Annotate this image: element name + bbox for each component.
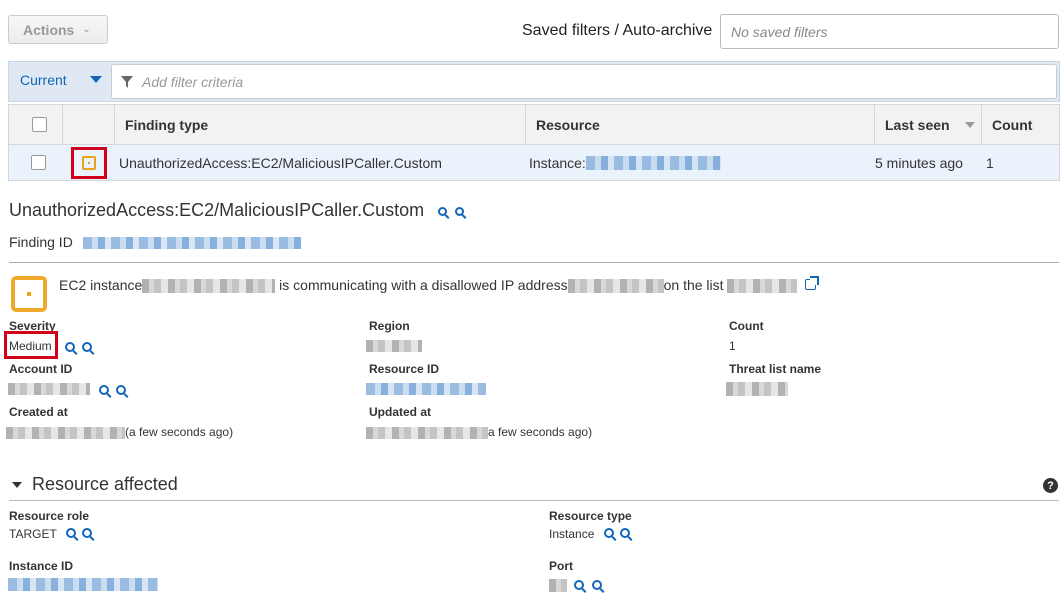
created-at-relative: (a few seconds ago): [125, 425, 234, 439]
column-resource[interactable]: Resource: [525, 105, 874, 144]
finding-title-text: UnauthorizedAccess:EC2/MaliciousIPCaller…: [9, 200, 425, 220]
actions-button[interactable]: Actions ⌄: [8, 15, 108, 44]
help-icon[interactable]: ?: [1043, 478, 1058, 493]
finding-summary: EC2 instance is communicating with a dis…: [59, 276, 820, 294]
count-value: 1: [729, 339, 736, 353]
filter-icon: [121, 76, 133, 88]
redacted-instance-id-link[interactable]: [8, 578, 158, 591]
zoom-in-icon[interactable]: [99, 385, 109, 395]
zoom-out-icon[interactable]: [82, 528, 93, 538]
findings-table-header: Finding type Resource Last seen Count: [8, 104, 1060, 145]
redacted-instance-id: [142, 279, 276, 294]
resource-affected-heading: Resource affected: [32, 474, 178, 494]
zoom-out-icon[interactable]: [82, 342, 93, 352]
saved-filters-label: Saved filters / Auto-archive: [522, 22, 713, 39]
severity-value: Medium: [9, 339, 52, 353]
redacted-region: [366, 340, 422, 352]
table-row[interactable]: UnauthorizedAccess:EC2/MaliciousIPCaller…: [8, 145, 1060, 181]
port-label: Port: [549, 559, 573, 573]
divider: [9, 262, 1059, 263]
last-seen-cell: 5 minutes ago: [875, 154, 963, 171]
severity-medium-icon: [82, 156, 96, 170]
zoom-in-icon[interactable]: [574, 580, 585, 590]
caret-down-icon: [90, 76, 102, 83]
chevron-down-icon: ⌄: [82, 24, 91, 35]
summary-part3: on the list: [663, 277, 724, 293]
account-id-label: Account ID: [9, 362, 73, 376]
resource-prefix: Instance:: [529, 154, 586, 171]
saved-filters-input[interactable]: No saved filters: [720, 14, 1059, 49]
count-label: Count: [729, 319, 764, 333]
redacted-threat-list: [726, 382, 788, 396]
created-at-label: Created at: [9, 405, 68, 419]
zoom-out-icon[interactable]: [455, 207, 465, 216]
updated-at-relative: a few seconds ago): [488, 425, 593, 439]
zoom-out-icon[interactable]: [591, 580, 602, 590]
zoom-in-icon[interactable]: [65, 528, 76, 538]
redacted-ip: [567, 279, 664, 294]
finding-id-row: Finding ID: [9, 234, 301, 250]
finding-type-cell[interactable]: UnauthorizedAccess:EC2/MaliciousIPCaller…: [119, 145, 442, 180]
zoom-in-icon[interactable]: [438, 207, 448, 216]
resource-type-value: Instance: [549, 527, 595, 541]
zoom-out-icon[interactable]: [116, 385, 127, 395]
zoom-in-icon[interactable]: [65, 342, 75, 352]
filter-placeholder: Add filter criteria: [142, 74, 244, 90]
threat-list-label: Threat list name: [729, 362, 822, 376]
filter-criteria-input[interactable]: Add filter criteria: [111, 64, 1057, 99]
current-filter-dropdown[interactable]: Current: [20, 72, 102, 88]
resource-cell: Instance:: [529, 145, 721, 180]
severity-highlight: [71, 147, 107, 179]
resource-role-row: TARGET: [9, 527, 93, 541]
resource-affected-toggle[interactable]: Resource affected: [12, 474, 178, 495]
severity-column-header: [62, 105, 114, 144]
region-label: Region: [369, 319, 410, 333]
sort-desc-icon: [965, 122, 975, 128]
section-divider: [9, 500, 1059, 501]
column-last-seen[interactable]: Last seen: [874, 105, 981, 144]
resource-id-label: Resource ID: [369, 362, 440, 376]
last-seen-label: Last seen: [885, 116, 950, 133]
redacted-resource-id[interactable]: [366, 383, 486, 395]
zoom-out-icon[interactable]: [620, 528, 631, 538]
redacted-port: [549, 579, 567, 593]
redacted-instance: [585, 155, 721, 170]
redacted-updated-at: [366, 426, 488, 439]
count-cell: 1: [986, 154, 994, 171]
external-link-icon[interactable]: [805, 276, 820, 290]
port-row: [549, 577, 602, 595]
column-finding-type[interactable]: Finding type: [114, 105, 525, 144]
created-at-value: (a few seconds ago): [6, 425, 233, 439]
summary-part1: EC2 instance: [59, 277, 143, 293]
resource-type-row: Instance: [549, 527, 631, 541]
current-filter-label: Current: [20, 72, 67, 88]
resource-role-value: TARGET: [9, 527, 57, 541]
severity-zoom-group: [62, 339, 93, 357]
redacted-finding-id: [82, 237, 301, 250]
severity-medium-large-icon: [11, 276, 47, 312]
redacted-account-id: [8, 383, 90, 395]
actions-label: Actions: [23, 21, 75, 38]
column-count[interactable]: Count: [981, 105, 1059, 144]
select-all-checkbox[interactable]: [32, 117, 47, 132]
caret-down-icon: [12, 481, 22, 488]
account-zoom-group: [96, 382, 127, 400]
resource-role-label: Resource role: [9, 509, 90, 523]
instance-id-label: Instance ID: [9, 559, 74, 573]
row-checkbox[interactable]: [31, 155, 46, 170]
redacted-list-name: [727, 279, 798, 294]
zoom-in-icon[interactable]: [603, 528, 614, 538]
finding-title: UnauthorizedAccess:EC2/MaliciousIPCaller…: [9, 200, 465, 221]
resource-type-label: Resource type: [549, 509, 632, 523]
updated-at-label: Updated at: [369, 405, 432, 419]
finding-id-label: Finding ID: [9, 234, 73, 250]
updated-at-value: a few seconds ago): [366, 425, 592, 439]
redacted-created-at: [6, 426, 125, 439]
summary-part2: is communicating with a disallowed IP ad…: [279, 277, 568, 293]
